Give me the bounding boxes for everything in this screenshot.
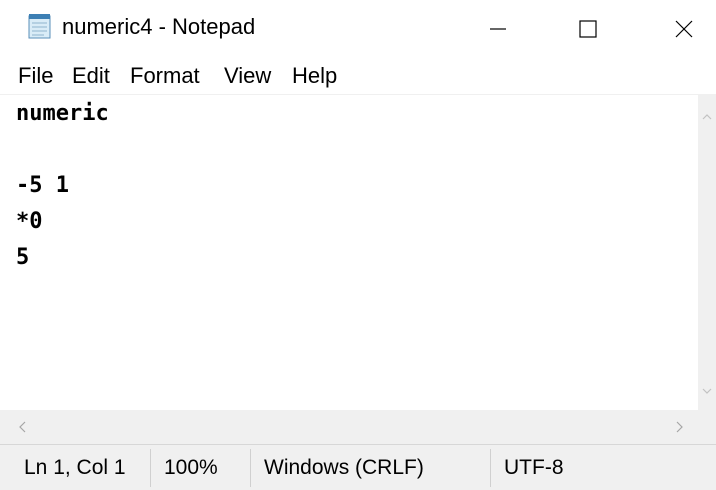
vertical-scrollbar[interactable] <box>698 95 716 410</box>
menu-file[interactable]: File <box>18 63 53 89</box>
status-encoding: UTF-8 <box>504 455 564 479</box>
editor-line: *0 <box>16 209 43 234</box>
menu-view[interactable]: View <box>224 63 271 89</box>
scroll-left-icon[interactable] <box>16 420 30 434</box>
scroll-right-icon[interactable] <box>672 420 686 434</box>
status-divider <box>250 449 251 487</box>
menu-edit[interactable]: Edit <box>72 63 110 89</box>
editor-line: 5 <box>16 245 30 270</box>
close-icon <box>675 20 693 38</box>
editor-line: numeric <box>16 101 109 126</box>
status-divider <box>490 449 491 487</box>
menu-help[interactable]: Help <box>292 63 337 89</box>
scroll-down-icon[interactable] <box>701 385 713 397</box>
status-zoom: 100% <box>164 455 218 479</box>
status-divider <box>150 449 151 487</box>
horizontal-scrollbar[interactable] <box>0 410 698 444</box>
maximize-button[interactable] <box>558 0 618 58</box>
status-line-ending: Windows (CRLF) <box>264 455 424 479</box>
menu-bar: File Edit Format View Help <box>0 58 716 95</box>
status-position: Ln 1, Col 1 <box>24 455 126 479</box>
text-editor[interactable]: numeric -5 1 *0 5 <box>0 95 698 410</box>
menu-format[interactable]: Format <box>130 63 200 89</box>
minimize-button[interactable] <box>468 0 528 58</box>
maximize-icon <box>579 20 597 38</box>
minimize-icon <box>490 28 506 30</box>
scroll-up-icon[interactable] <box>701 111 713 123</box>
window-title: numeric4 - Notepad <box>62 14 256 39</box>
notepad-icon <box>26 12 54 40</box>
scroll-corner <box>698 410 716 444</box>
title-bar[interactable]: numeric4 - Notepad <box>0 0 716 58</box>
status-bar: Ln 1, Col 1 100% Windows (CRLF) UTF-8 <box>0 444 716 490</box>
close-button[interactable] <box>652 0 716 58</box>
editor-line: -5 1 <box>16 173 69 198</box>
